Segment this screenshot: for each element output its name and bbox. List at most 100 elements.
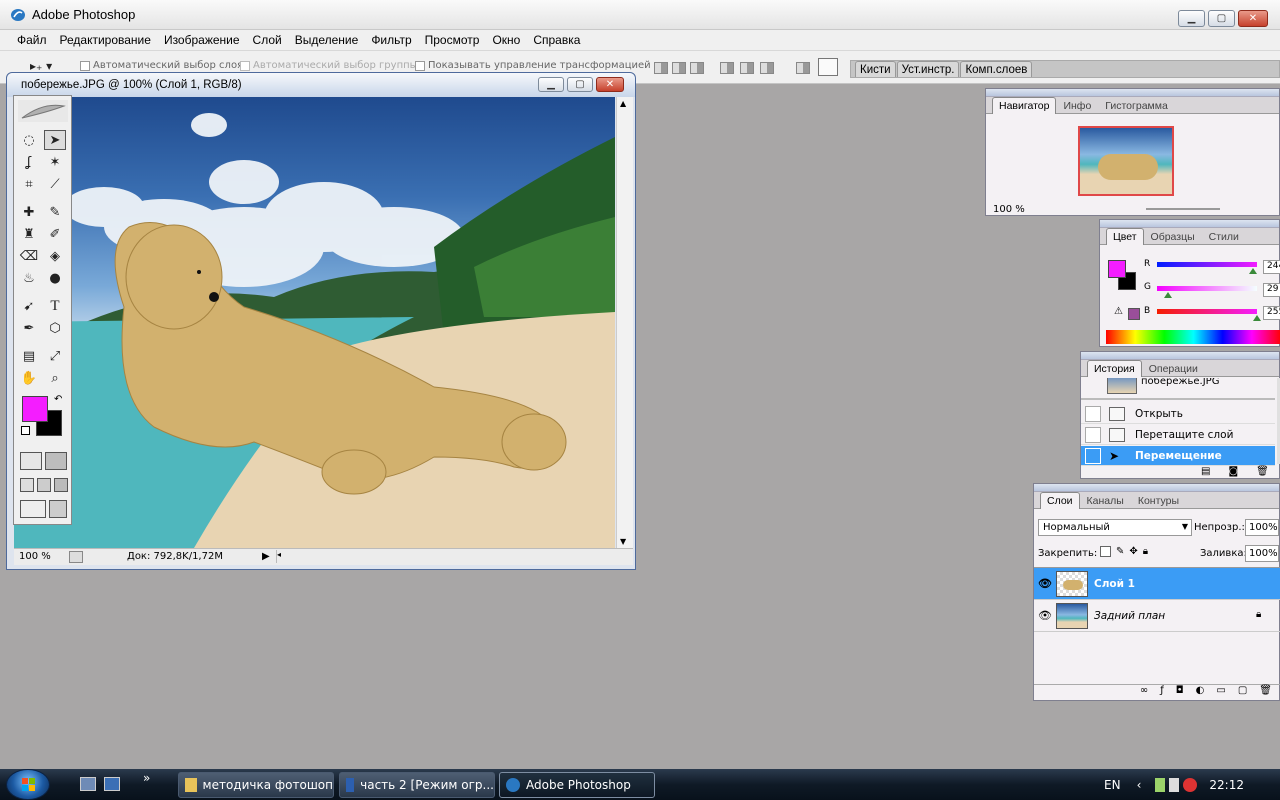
horizontal-scrollbar[interactable]: ◂: [276, 550, 616, 563]
bucket-icon[interactable]: ◈: [44, 246, 66, 266]
menu-file[interactable]: Файл: [10, 30, 53, 50]
document-title-bar[interactable]: побережье.JPG @ 100% (Слой 1, RGB/8) ▁ ▢…: [7, 73, 635, 97]
network-icon[interactable]: [1169, 777, 1180, 792]
opacity-field[interactable]: 100%: [1245, 519, 1279, 536]
snapshot-camera-icon[interactable]: ◙: [1228, 466, 1238, 477]
shape-icon[interactable]: ⬡: [44, 318, 66, 338]
auto-select-group-option[interactable]: Автоматический выбор группы: [240, 60, 418, 71]
new-group-icon[interactable]: ▭: [1216, 685, 1225, 701]
g-slider[interactable]: [1157, 286, 1257, 291]
g-slider-thumb[interactable]: [1164, 292, 1173, 298]
eyedropper-icon[interactable]: ⤢: [44, 346, 66, 366]
history-item-drag-layer[interactable]: Перетащите слой: [1081, 425, 1275, 445]
tab-history[interactable]: История: [1087, 360, 1142, 377]
lock-icon[interactable]: 🔒︎: [1143, 546, 1148, 557]
move-icon[interactable]: ➤: [44, 130, 66, 150]
screen-mode-full-icon[interactable]: [54, 478, 68, 492]
menu-window[interactable]: Окно: [485, 30, 526, 50]
r-slider[interactable]: [1157, 262, 1257, 267]
navigator-thumbnail[interactable]: [1078, 126, 1174, 196]
tab-channels[interactable]: Каналы: [1080, 492, 1131, 508]
tab-layers[interactable]: Слои: [1040, 492, 1080, 509]
taskbar-button-photoshop[interactable]: Adobe Photoshop: [499, 772, 655, 798]
layer-row-layer1[interactable]: 👁︎ Слой 1: [1034, 568, 1280, 600]
status-menu-icon[interactable]: [69, 551, 83, 563]
link-icon[interactable]: ∞: [1140, 685, 1148, 701]
trash-icon[interactable]: 🗑: [1256, 466, 1269, 477]
adjustment-layer-icon[interactable]: ◐: [1196, 685, 1205, 701]
align-right-icon[interactable]: [760, 62, 774, 74]
color-foreground-swatch[interactable]: [1108, 260, 1126, 278]
navigator-zoom-field[interactable]: 100 %: [993, 204, 1025, 215]
b-slider-thumb[interactable]: [1253, 315, 1261, 321]
show-desktop-icon[interactable]: [80, 777, 96, 791]
tab-histogram[interactable]: Гистограмма: [1098, 97, 1175, 113]
menu-select[interactable]: Выделение: [288, 30, 365, 50]
auto-select-group-checkbox[interactable]: [240, 60, 250, 71]
align-left-icon[interactable]: [720, 62, 734, 74]
doc-minimize-button[interactable]: ▁: [538, 77, 564, 92]
gamut-color-icon[interactable]: [1128, 308, 1140, 320]
maximize-button[interactable]: ▢: [1208, 10, 1235, 27]
history-item-move[interactable]: ➤ Перемещение: [1081, 446, 1275, 466]
align-bottom-icon[interactable]: [690, 62, 704, 74]
healing-icon[interactable]: ✚: [18, 202, 40, 222]
eraser-icon[interactable]: ⌫: [18, 246, 40, 266]
imageready-jump-icon[interactable]: [20, 500, 46, 518]
show-transform-checkbox[interactable]: [415, 60, 425, 71]
show-transform-option[interactable]: Показывать управление трансформацией: [415, 60, 651, 71]
menu-layer[interactable]: Слой: [246, 30, 288, 50]
lasso-icon[interactable]: ʆ: [18, 152, 40, 172]
standard-mode-icon[interactable]: [20, 452, 42, 470]
fill-field[interactable]: 100%: [1245, 545, 1279, 562]
switch-windows-icon[interactable]: [104, 777, 120, 791]
hand-icon[interactable]: ✋: [18, 368, 40, 388]
tab-swatches[interactable]: Образцы: [1144, 228, 1202, 244]
menu-edit[interactable]: Редактирование: [53, 30, 157, 50]
history-source-checkbox[interactable]: [1085, 447, 1101, 464]
color-ramp[interactable]: [1106, 330, 1280, 344]
well-tab-tool-presets[interactable]: Уст.инстр.: [896, 61, 960, 77]
menu-filter[interactable]: Фильтр: [364, 30, 417, 50]
scroll-up-icon[interactable]: ▲: [620, 99, 626, 108]
doc-close-button[interactable]: ✕: [596, 77, 624, 92]
navigator-palette-bar[interactable]: [986, 89, 1279, 97]
clock[interactable]: 22:12: [1209, 778, 1244, 792]
tab-color[interactable]: Цвет: [1106, 228, 1144, 245]
quick-mask-mode-icon[interactable]: [45, 452, 67, 470]
tab-paths[interactable]: Контуры: [1131, 492, 1186, 508]
layer-mask-icon[interactable]: ◘: [1176, 685, 1184, 701]
auto-select-layer-option[interactable]: Автоматический выбор слоя: [80, 60, 243, 71]
doc-maximize-button[interactable]: ▢: [567, 77, 593, 92]
status-arrow-icon[interactable]: ▶: [262, 551, 270, 562]
default-colors-icon[interactable]: [21, 426, 30, 435]
gamut-warning-icon[interactable]: ⚠: [1114, 306, 1123, 317]
zoom-field[interactable]: 100 %: [19, 551, 51, 562]
layer-row-background[interactable]: 👁︎ Задний план 🔒︎: [1034, 600, 1280, 632]
lock-move-icon[interactable]: ✥: [1129, 546, 1137, 557]
blur-icon[interactable]: ♨: [18, 268, 40, 288]
image-canvas[interactable]: [14, 97, 615, 548]
r-slider-thumb[interactable]: [1248, 268, 1257, 274]
blend-mode-select[interactable]: Нормальный ▼: [1038, 519, 1192, 536]
type-icon[interactable]: T: [44, 296, 66, 316]
dodge-icon[interactable]: ●: [44, 268, 66, 288]
tab-styles[interactable]: Стили: [1202, 228, 1246, 244]
history-item-open[interactable]: Открыть: [1081, 404, 1275, 424]
magic-wand-icon[interactable]: ✶: [44, 152, 66, 172]
foreground-color-swatch[interactable]: [22, 396, 48, 422]
swap-colors-icon[interactable]: ↶: [54, 394, 62, 405]
layer-name[interactable]: Задний план: [1094, 610, 1165, 622]
brush-icon[interactable]: ✎: [44, 202, 66, 222]
pen-icon[interactable]: ✒: [18, 318, 40, 338]
vertical-scrollbar[interactable]: ▲ ▼: [616, 97, 633, 548]
taskbar-button-folder[interactable]: методичка фотошоп: [178, 772, 334, 798]
menu-help[interactable]: Справка: [526, 30, 586, 50]
well-tab-brushes[interactable]: Кисти: [855, 61, 896, 77]
tab-actions[interactable]: Операции: [1142, 360, 1205, 376]
imageready-icon[interactable]: [49, 500, 67, 518]
navigator-zoom-slider[interactable]: [1146, 208, 1220, 210]
quick-launch-expand-icon[interactable]: »: [143, 771, 150, 785]
well-tab-layer-comps[interactable]: Комп.слоев: [960, 61, 1033, 77]
zoom-icon[interactable]: ⌕: [44, 368, 66, 388]
